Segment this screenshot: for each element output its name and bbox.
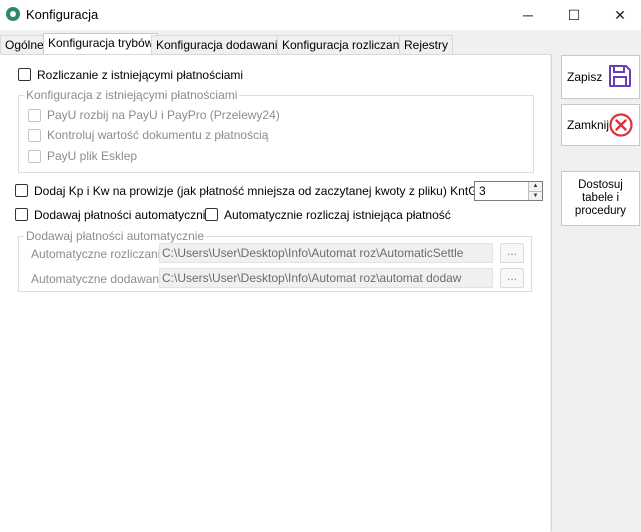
app-gear-icon [6,7,20,21]
close-circle-icon [609,113,633,137]
panel-divider [551,54,552,531]
auto-add-checkbox[interactable] [15,208,28,221]
commission-label: Dodaj Kp i Kw na prowizje (jak płatność … [34,184,527,198]
commission-checkbox[interactable] [15,184,28,197]
customize-tables-button[interactable]: Dostosuj tabele i procedury [561,171,640,226]
tab-konfiguracja-rozliczania[interactable]: Konfiguracja rozliczania [277,35,414,54]
auto-group-title: Dodawaj płatności automatycznie [24,229,207,243]
tab-ogolne[interactable]: Ogólne [0,35,49,54]
settlement-checkbox-label: Rozliczanie z istniejącymi płatnościami [37,68,244,82]
auto-add-browse-button[interactable]: ... [500,268,524,288]
save-label: Zapisz [567,70,603,84]
check-document-value-label: Kontroluj wartość dokumentu z płatnością [47,128,269,142]
kntgid-value: 3 [479,184,486,198]
floppy-disk-icon [609,65,631,87]
close-window-button[interactable]: ✕ [597,0,641,30]
auto-add-path-field[interactable]: C:\Users\User\Desktop\Info\Automat roz\a… [159,268,493,288]
auto-add-label: Dodawaj płatności automatycznie [34,208,213,222]
customize-label: Dostosuj tabele i procedury [574,179,627,217]
check-document-value-checkbox[interactable] [28,129,41,142]
spinner-down-icon[interactable]: ▼ [528,191,542,200]
title-bar: Konfiguracja ─ ☐ ✕ [0,0,641,30]
payu-split-label: PayU rozbij na PayU i PayPro (Przelewy24… [47,108,280,122]
payu-esklep-checkbox[interactable] [28,150,41,163]
payu-esklep-label: PayU plik Esklep [47,149,138,163]
settlement-group-title: Konfiguracja z istniejącymi płatnościami [24,88,240,102]
save-button[interactable]: Zapisz [561,55,640,99]
close-label: Zamknij [567,118,610,132]
auto-settle-browse-button[interactable]: ... [500,243,524,263]
payu-split-checkbox[interactable] [28,109,41,122]
auto-settle-path-field[interactable]: C:\Users\User\Desktop\Info\Automat roz\A… [159,243,493,263]
maximize-button[interactable]: ☐ [551,0,597,30]
tab-konfiguracja-dodawania[interactable]: Konfiguracja dodawania [151,35,290,54]
close-dialog-button[interactable]: Zamknij [561,104,640,146]
tab-konfiguracja-trybow[interactable]: Konfiguracja trybów [43,33,159,54]
kntgid-spinner[interactable]: 3 ▲ ▼ [474,181,543,201]
auto-settle-path-label: Automatyczne rozliczanie [31,247,168,261]
minimize-button[interactable]: ─ [505,0,551,30]
window-title: Konfiguracja [26,7,99,22]
tab-rejestry[interactable]: Rejestry [399,35,454,54]
spinner-up-icon[interactable]: ▲ [528,182,542,191]
auto-settle-label: Automatycznie rozliczaj istniejąca płatn… [224,208,451,222]
auto-add-path-label: Automatyczne dodawanie [31,272,169,286]
settlement-checkbox[interactable] [18,68,31,81]
auto-settle-checkbox[interactable] [205,208,218,221]
